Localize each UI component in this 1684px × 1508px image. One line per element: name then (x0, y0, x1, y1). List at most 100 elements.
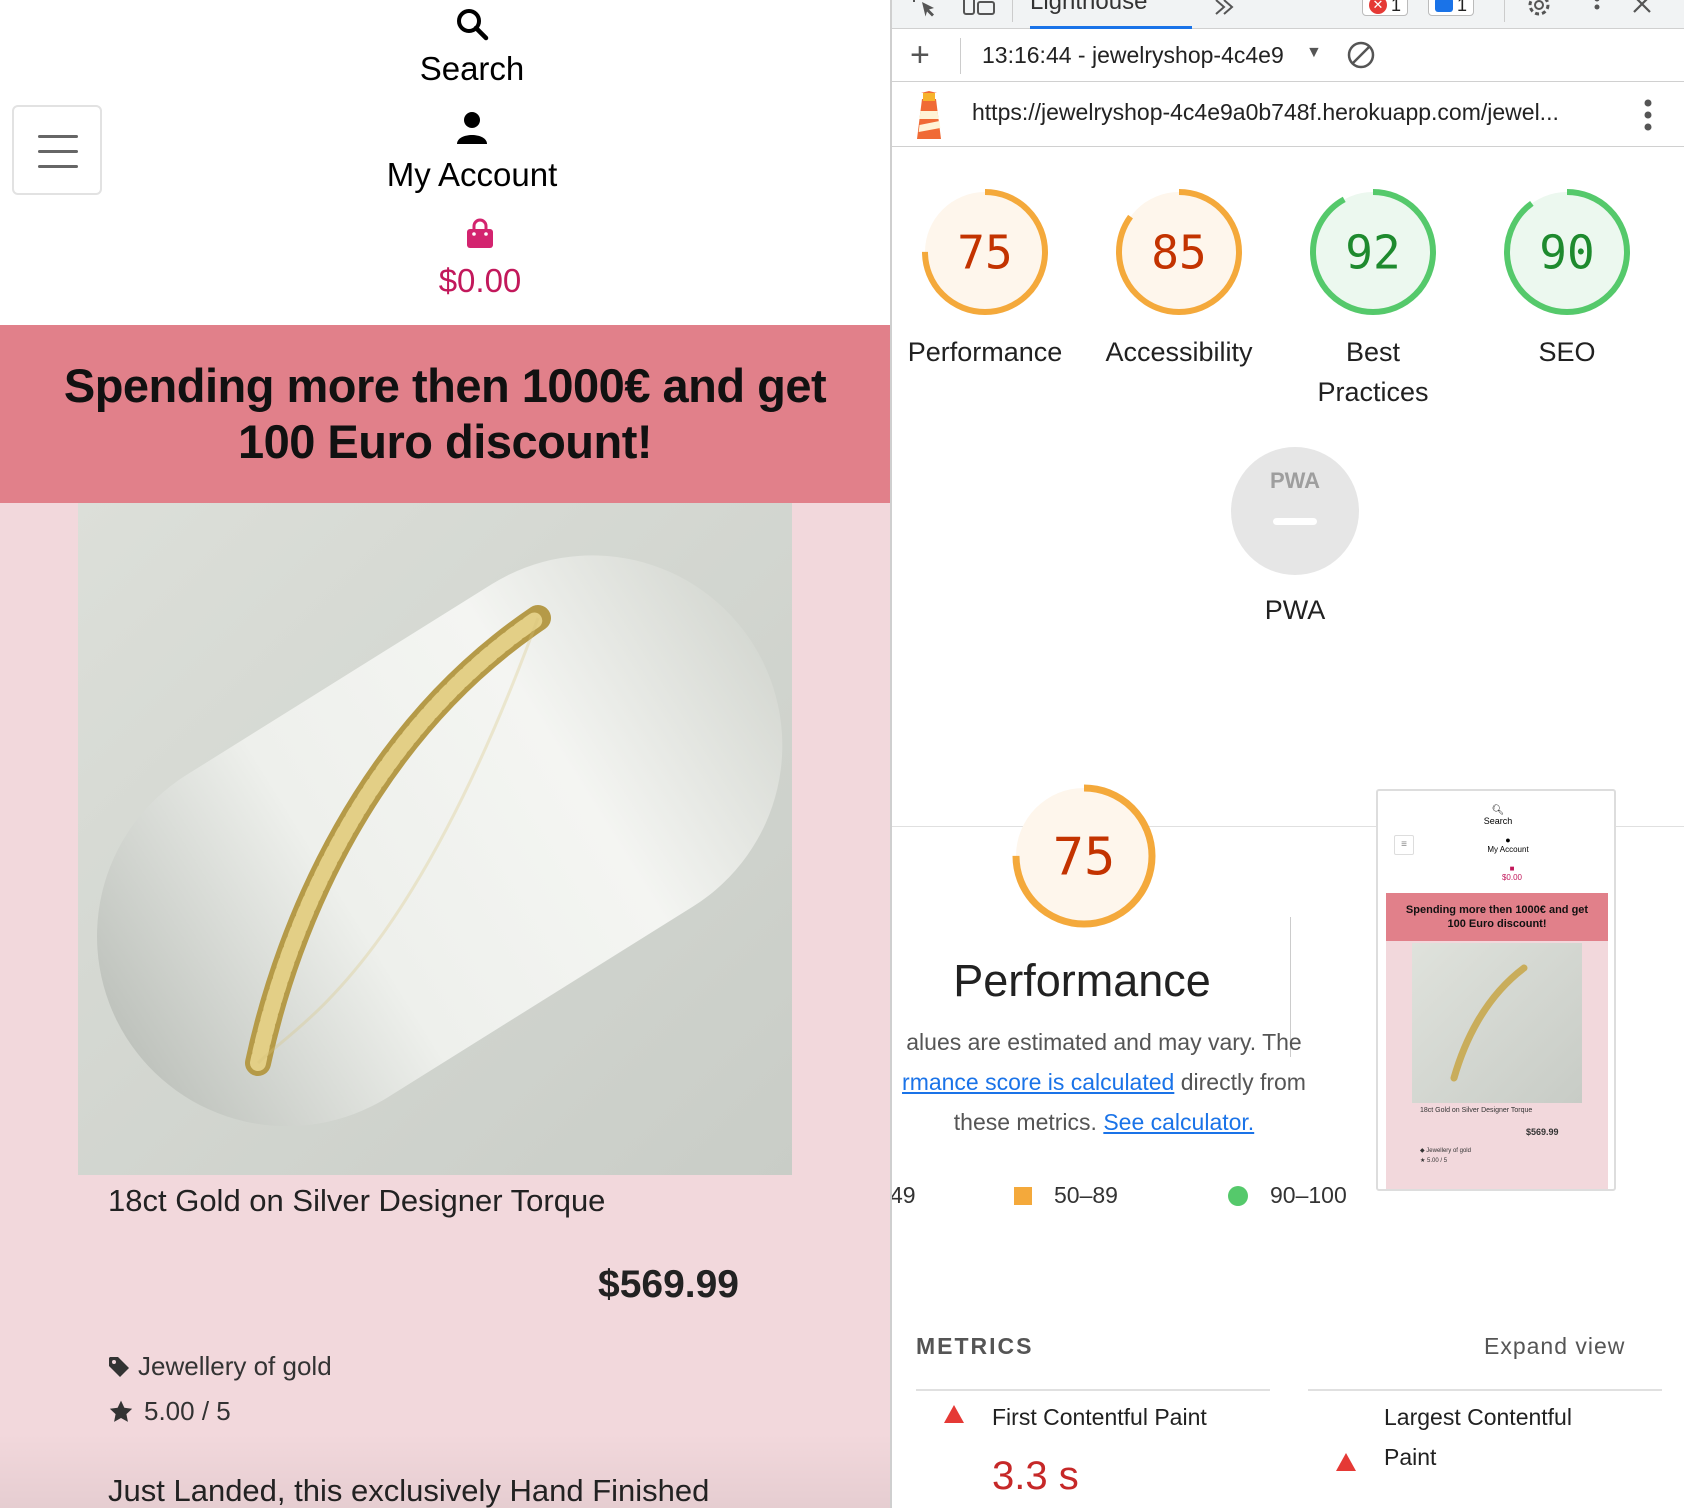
performance-section: 75 Performance alues are estimated and m… (892, 677, 1684, 1508)
menu-bar (38, 135, 78, 138)
message-badge[interactable]: 1 (1428, 0, 1475, 16)
product-description: Just Landed, this exclusively Hand Finis… (108, 1473, 710, 1508)
shopping-bag-icon[interactable] (464, 218, 496, 250)
metric-fcp-label: First Contentful Paint (992, 1404, 1207, 1430)
thumb-product-image (1412, 943, 1582, 1103)
see-calculator-link[interactable]: See calculator. (1103, 1109, 1254, 1135)
gauge-score: 85 (1151, 226, 1206, 280)
metric-fcp-value: 3.3 s (992, 1454, 1079, 1498)
shopping-bag-icon: ■ (1509, 864, 1515, 873)
device-toolbar-icon[interactable] (962, 0, 996, 20)
menu-bar (38, 165, 78, 168)
thumb-cart: ■ $0.00 (1378, 864, 1614, 882)
gauge-label: PWA (1264, 595, 1326, 625)
search-icon[interactable] (454, 6, 490, 42)
product-image[interactable] (78, 503, 792, 1175)
thumb-account-label: My Account (1487, 845, 1529, 854)
desc-text: directly from (1174, 1069, 1306, 1095)
error-icon: ✕ (1369, 0, 1387, 14)
report-menu-icon[interactable] (1638, 97, 1658, 133)
final-screenshot-thumbnail[interactable]: 🔍︎ Search ≡ ● My Account ■ $0.00 Spendin… (1376, 789, 1616, 1191)
fail-triangle-icon (1336, 1453, 1356, 1471)
gauge-score: 75 (1053, 828, 1116, 888)
gauge-label: SEO (1538, 337, 1596, 367)
thumb-product: 18ct Gold on Silver Designer Torque $569… (1386, 941, 1608, 1189)
my-account-link[interactable]: My Account (0, 156, 890, 194)
gauge-score: 75 (957, 226, 1012, 280)
gauge-label: Best Practices (1317, 337, 1429, 407)
legend-average: 50–89 (1014, 1182, 1118, 1209)
devtools-panel: Lighthouse ✕ 1 1 + 13:16:44 - jewelrysho… (892, 0, 1684, 1508)
new-report-button[interactable]: + (910, 38, 930, 72)
error-count: 1 (1391, 0, 1402, 15)
thumb-product-name: 18ct Gold on Silver Designer Torque (1420, 1107, 1533, 1114)
gauge-pwa[interactable]: PWA PWA (1200, 446, 1390, 630)
thumb-search-label: Search (1483, 816, 1513, 826)
thumb-cart-label: $0.00 (1501, 873, 1523, 882)
metric-divider (1308, 1389, 1662, 1391)
score-gauges: PWA PWA 75 Performance 85 Accessibility 92 Be… (892, 150, 1684, 827)
search-link[interactable]: Search (0, 50, 890, 88)
user-icon[interactable] (454, 110, 490, 146)
inspect-element-icon[interactable] (910, 0, 940, 20)
pwa-badge-icon: PWA (1231, 447, 1359, 575)
svg-text:PWA: PWA (1270, 468, 1320, 493)
report-url-bar: https://jewelryshop-4c4e9a0b748f.herokua… (892, 83, 1684, 147)
more-tabs-icon[interactable] (1210, 0, 1238, 20)
performance-title: Performance (953, 955, 1211, 1006)
message-icon (1435, 0, 1453, 12)
category-row[interactable]: Jewellery of gold (108, 1351, 332, 1382)
thumb-promo: Spending more then 1000€ and get 100 Eur… (1386, 893, 1608, 941)
error-badge[interactable]: ✕ 1 (1362, 0, 1409, 16)
circle-icon (1228, 1185, 1248, 1206)
more-options-icon[interactable] (1592, 0, 1602, 20)
toolbar-separator (1012, 0, 1013, 22)
report-selector[interactable]: 13:16:44 - jewelryshop-4c4e9 (982, 42, 1284, 69)
fail-triangle-icon (944, 1405, 964, 1423)
thumb-rating: ★ 5.00 / 5 (1420, 1158, 1448, 1164)
rating-value: 5.00 / 5 (144, 1396, 231, 1426)
tag-icon (109, 1356, 129, 1377)
settings-gear-icon[interactable] (1524, 0, 1554, 20)
star-icon (109, 1400, 133, 1422)
legend-label: 50–89 (1054, 1182, 1118, 1208)
menu-bar (38, 150, 78, 153)
message-count: 1 (1457, 0, 1468, 15)
gauge-seo[interactable]: 90 SEO (1472, 186, 1662, 372)
gauge-label: Accessibility (1105, 337, 1253, 367)
close-icon[interactable] (1630, 0, 1656, 20)
square-icon (1014, 1186, 1032, 1205)
product-name[interactable]: 18ct Gold on Silver Designer Torque (108, 1183, 605, 1219)
score-calculation-link[interactable]: rmance score is calculated (902, 1069, 1174, 1095)
expand-view-toggle[interactable]: Expand view (1484, 1333, 1625, 1360)
legend-pass: 90–100 (1228, 1182, 1347, 1209)
rating-row: 5.00 / 5 (108, 1396, 231, 1427)
shop-page: Search My Account $0.00 Spending more th… (0, 0, 890, 1508)
thumb-account: ● My Account (1378, 835, 1614, 854)
cart-total[interactable]: $0.00 (0, 262, 890, 300)
devtools-toolbar: Lighthouse ✕ 1 1 (892, 0, 1684, 29)
desc-text: alues are estimated and may vary. The (906, 1029, 1302, 1055)
hamburger-menu-button[interactable] (12, 105, 102, 195)
thumb-category: ◆ Jewellery of gold (1420, 1148, 1471, 1154)
toolbar-separator (960, 38, 961, 74)
lighthouse-logo-icon (917, 91, 941, 139)
gauge-accessibility[interactable]: 85 Accessibility (1084, 186, 1274, 372)
desc-text: these metrics. (953, 1109, 1104, 1135)
gauge-performance[interactable]: 75 Performance (892, 186, 1080, 372)
active-tab-indicator (1030, 26, 1192, 29)
tab-lighthouse[interactable]: Lighthouse (1030, 0, 1147, 16)
clear-reports-icon[interactable] (1346, 40, 1376, 70)
thumb-rating-label: 5.00 / 5 (1427, 1158, 1448, 1164)
category-link[interactable]: Jewellery of gold (138, 1351, 332, 1382)
legend-label: 90–100 (1270, 1182, 1347, 1208)
thumb-product-price: $569.99 (1526, 1127, 1559, 1137)
user-icon: ● (1505, 835, 1511, 845)
report-url[interactable]: https://jewelryshop-4c4e9a0b748f.herokua… (972, 99, 1559, 126)
gauge-best-practices[interactable]: 92 Best Practices (1278, 186, 1468, 412)
promo-text: Spending more then 1000€ and get 100 Eur… (63, 359, 827, 468)
promo-banner: Spending more then 1000€ and get 100 Eur… (0, 325, 890, 503)
chevron-down-icon[interactable]: ▼ (1306, 44, 1322, 62)
performance-gauge-large: 75 (1009, 781, 1159, 936)
thumb-search: 🔍︎ Search (1378, 805, 1614, 826)
